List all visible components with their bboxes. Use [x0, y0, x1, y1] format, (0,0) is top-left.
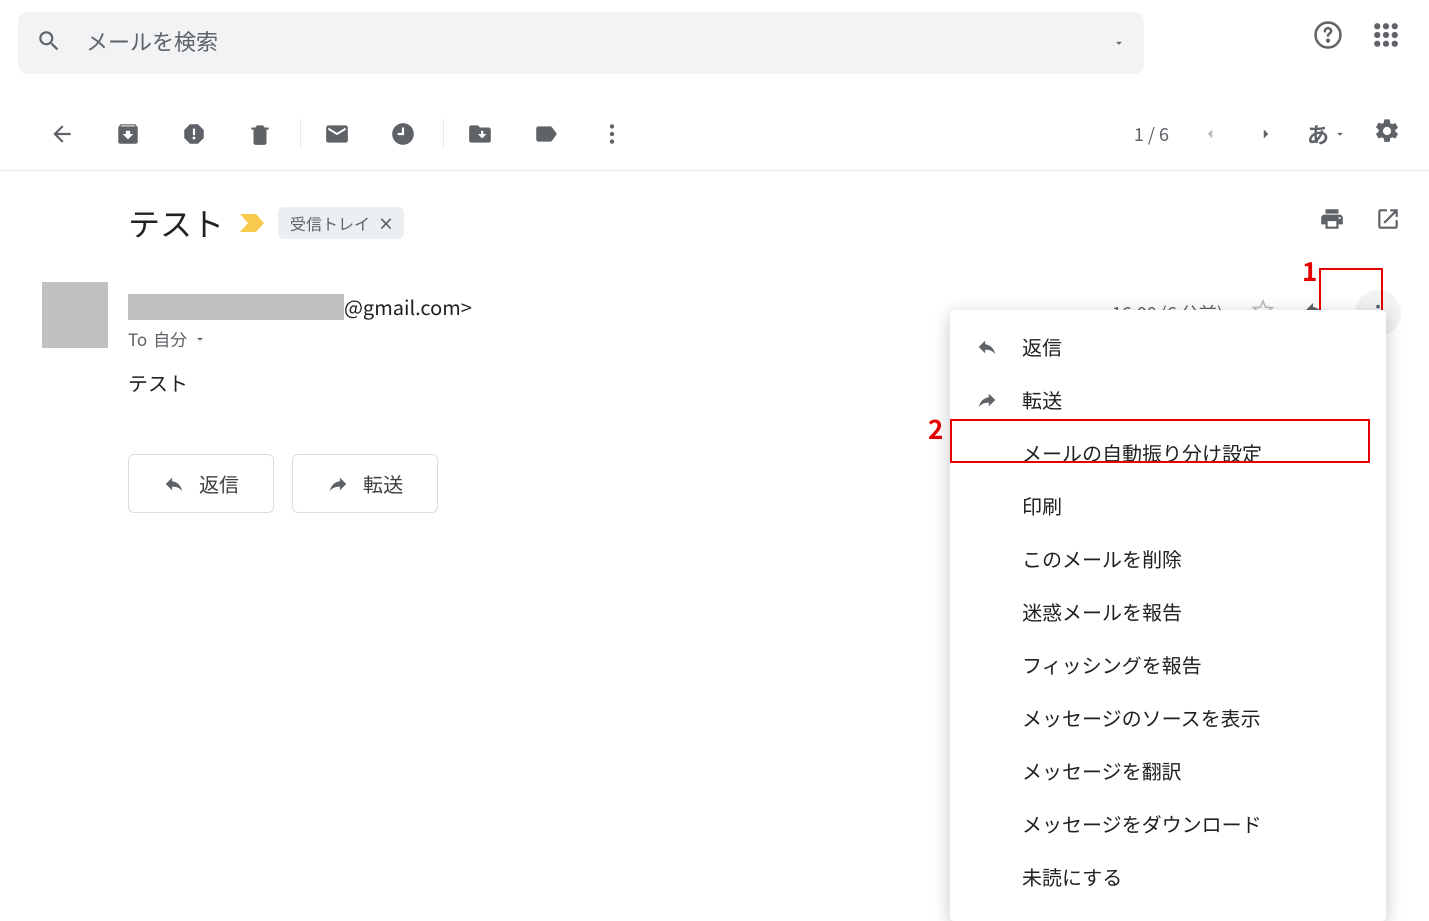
search-options-caret-icon[interactable] [1112, 31, 1126, 55]
recipient-line[interactable]: To 自分 [128, 326, 207, 351]
toolbar-separator [443, 119, 444, 149]
back-button[interactable] [42, 114, 82, 154]
report-spam-button[interactable] [174, 114, 214, 154]
label-chip-text: 受信トレイ [290, 211, 370, 235]
menu-item-label: メッセージを翻訳 [1022, 756, 1182, 785]
message-toolbar: 1 / 6 あ [0, 97, 1429, 171]
subject-text: テスト [128, 200, 224, 246]
menu-item-label: このメールを削除 [1022, 544, 1182, 573]
archive-button[interactable] [108, 114, 148, 154]
label-chip-inbox[interactable]: 受信トレイ × [278, 207, 404, 239]
pager-count: 1 / 6 [1134, 121, 1169, 147]
move-to-button[interactable] [460, 114, 500, 154]
menu-item-label: 迷惑メールを報告 [1022, 597, 1182, 626]
apps-grid-icon[interactable] [1371, 20, 1401, 55]
forward-icon [974, 389, 1000, 411]
menu-item-label: メッセージのソースを表示 [1022, 703, 1261, 732]
sender-email-suffix: @gmail.com> [344, 292, 472, 321]
menu-item-label: 印刷 [1022, 491, 1062, 520]
search-input[interactable] [86, 30, 1102, 56]
annotation-number-2: 2 [928, 410, 943, 447]
search-icon [36, 28, 62, 59]
menu-item-download[interactable]: メッセージをダウンロード [950, 797, 1386, 850]
to-value: 自分 [153, 326, 187, 351]
toolbar-separator [300, 119, 301, 149]
more-button[interactable] [592, 114, 632, 154]
forward-button-label: 転送 [363, 469, 403, 498]
menu-item-print[interactable]: 印刷 [950, 479, 1386, 532]
search-bar[interactable] [18, 12, 1144, 74]
mark-unread-button[interactable] [317, 114, 357, 154]
menu-item-label: メールの自動振り分け設定 [1022, 438, 1262, 467]
menu-item-show-original[interactable]: メッセージのソースを表示 [950, 691, 1386, 744]
menu-item-forward[interactable]: 転送 [950, 373, 1386, 426]
label-chip-remove-icon[interactable]: × [378, 211, 394, 235]
avatar [42, 282, 108, 348]
reply-button-label: 返信 [199, 469, 239, 498]
menu-item-label: 未読にする [1022, 862, 1122, 891]
menu-item-report-phishing[interactable]: フィッシングを報告 [950, 638, 1386, 691]
message-more-menu: 返信 転送 メールの自動振り分け設定 印刷 このメールを削除 迷惑メールを報告 … [950, 310, 1386, 921]
menu-item-report-spam[interactable]: 迷惑メールを報告 [950, 585, 1386, 638]
menu-item-label: フィッシングを報告 [1022, 650, 1202, 679]
snooze-button[interactable] [383, 114, 423, 154]
forward-button[interactable]: 転送 [292, 454, 438, 513]
sender-name-redacted [128, 294, 344, 320]
menu-item-label: 返信 [1022, 332, 1062, 361]
menu-item-reply[interactable]: 返信 [950, 320, 1386, 373]
menu-item-translate[interactable]: メッセージを翻訳 [950, 744, 1386, 797]
menu-item-label: 転送 [1022, 385, 1062, 414]
menu-item-delete[interactable]: このメールを削除 [950, 532, 1386, 585]
menu-item-label: メッセージをダウンロード [1022, 809, 1262, 838]
print-icon[interactable] [1319, 206, 1345, 237]
delete-button[interactable] [240, 114, 280, 154]
menu-item-filter[interactable]: メールの自動振り分け設定 [950, 426, 1386, 479]
reply-icon [974, 336, 1000, 358]
input-tools-label: あ [1307, 118, 1329, 150]
prev-message-button[interactable] [1195, 119, 1225, 149]
settings-gear-icon[interactable] [1373, 117, 1401, 151]
labels-button[interactable] [526, 114, 566, 154]
reply-arrow-icon [163, 473, 185, 495]
input-tools-button[interactable]: あ [1307, 118, 1347, 150]
annotation-number-1: 1 [1302, 252, 1317, 289]
open-new-window-icon[interactable] [1375, 206, 1401, 237]
next-message-button[interactable] [1251, 119, 1281, 149]
recipient-caret-icon[interactable] [193, 332, 207, 346]
importance-marker-icon[interactable] [240, 214, 264, 232]
menu-item-mark-unread[interactable]: 未読にする [950, 850, 1386, 903]
forward-arrow-icon [327, 473, 349, 495]
reply-button[interactable]: 返信 [128, 454, 274, 513]
message-body: テスト [128, 368, 188, 397]
to-prefix: To [128, 326, 147, 351]
help-icon[interactable] [1313, 20, 1343, 55]
